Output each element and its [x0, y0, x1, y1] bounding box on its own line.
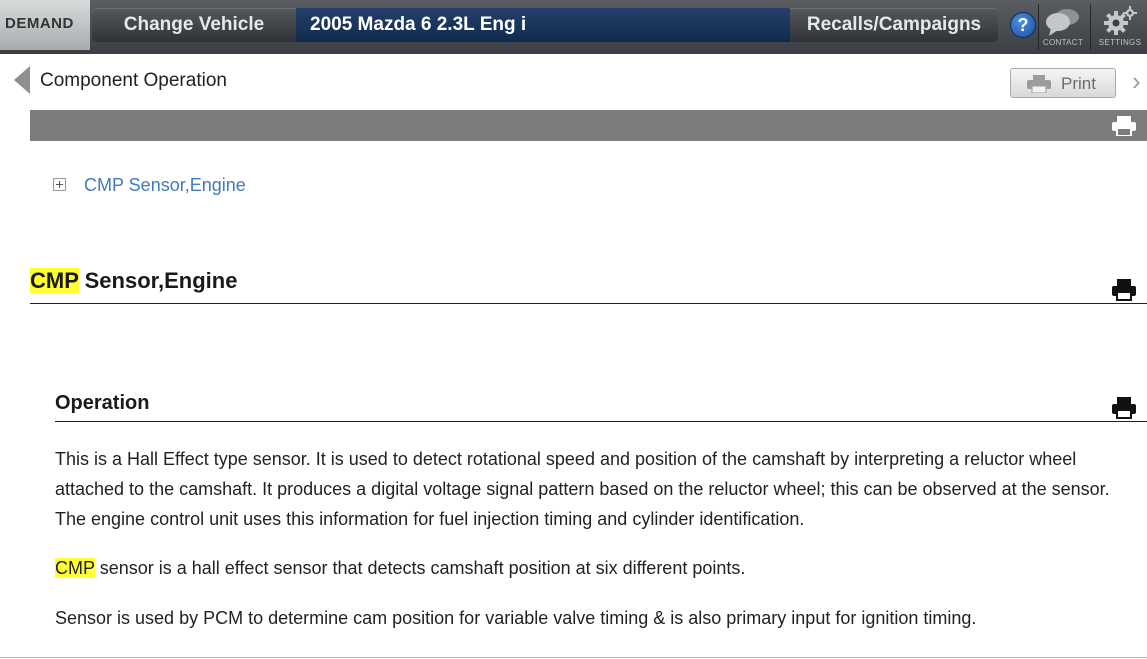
page-title: Component Operation: [40, 70, 227, 91]
paragraph: CMP sensor is a hall effect sensor that …: [55, 553, 1145, 583]
printer-icon[interactable]: [1112, 116, 1136, 136]
tree-link-cmp-sensor[interactable]: CMP Sensor,Engine: [84, 175, 246, 196]
paragraph: Sensor is used by PCM to determine cam p…: [55, 608, 977, 628]
change-vehicle-button[interactable]: Change Vehicle: [92, 8, 296, 42]
printer-icon: [1027, 75, 1051, 93]
app-logo: DEMAND: [0, 0, 90, 50]
settings-button[interactable]: SETTINGS: [1094, 4, 1146, 50]
search-highlight: CMP: [55, 558, 95, 578]
help-icon[interactable]: ?: [1010, 12, 1036, 38]
printer-icon[interactable]: [1112, 279, 1136, 301]
settings-label: SETTINGS: [1098, 38, 1142, 47]
article-title-text: Sensor,Engine: [78, 268, 238, 293]
chevron-right-icon[interactable]: ›: [1132, 68, 1141, 94]
section-header-bar: [30, 110, 1147, 141]
paragraph-text: sensor is a hall effect sensor that dete…: [94, 558, 746, 578]
gear-icon: [1104, 6, 1137, 35]
recalls-campaigns-button[interactable]: Recalls/Campaigns: [790, 8, 998, 42]
divider: [30, 303, 1147, 304]
printer-icon[interactable]: [1112, 397, 1136, 419]
search-highlight: CMP: [30, 268, 79, 293]
plus-box-icon[interactable]: [53, 178, 66, 191]
paragraph: This is a Hall Effect type sensor. It is…: [55, 449, 1110, 529]
chevron-left-icon[interactable]: [14, 66, 30, 94]
contact-label: CONTACT: [1042, 38, 1084, 47]
contact-button[interactable]: CONTACT: [1040, 4, 1086, 50]
article-title: CMP Sensor,Engine: [30, 268, 237, 294]
divider: [0, 657, 1147, 658]
toolbar-divider: [1038, 4, 1039, 50]
top-toolbar: DEMAND Change Vehicle 2005 Mazda 6 2.3L …: [0, 0, 1147, 54]
chat-icon: [1046, 9, 1079, 36]
print-button[interactable]: Print: [1010, 68, 1116, 98]
print-label: Print: [1061, 74, 1096, 93]
vehicle-field[interactable]: 2005 Mazda 6 2.3L Eng i: [296, 8, 790, 42]
divider: [55, 421, 1147, 422]
section-title: Operation: [55, 392, 150, 414]
toolbar-divider: [1090, 4, 1091, 50]
